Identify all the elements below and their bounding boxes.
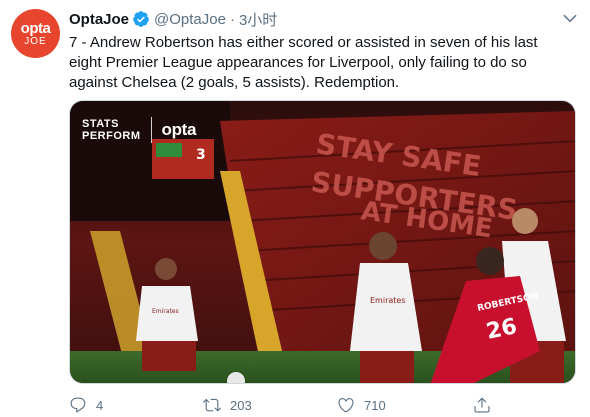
brand-opta: opta <box>161 120 197 139</box>
tweet-photo[interactable]: 3 STAY SAFE SUPPORTERS AT HOME Emirates <box>69 100 576 384</box>
tweet-timestamp[interactable]: 3小时 <box>239 9 277 30</box>
retweet-count: 203 <box>230 397 252 413</box>
shirt-text-left: Emirates <box>152 308 179 315</box>
like-button[interactable]: 710 <box>337 396 386 414</box>
separator-dot: · <box>229 10 235 28</box>
display-name[interactable]: OptaJoe <box>69 11 129 28</box>
heart-icon <box>338 398 354 413</box>
tweet[interactable]: opta JOE OptaJoe @OptaJoe · 3小时 7 - Andr… <box>0 0 590 417</box>
shirt-text-center: Emirates <box>370 296 406 305</box>
like-count: 710 <box>364 397 386 413</box>
avatar-logo-text: opta <box>20 19 51 37</box>
stadium-photo: 3 STAY SAFE SUPPORTERS AT HOME Emirates <box>70 101 575 383</box>
tweet-header: OptaJoe @OptaJoe · 3小时 <box>69 9 277 29</box>
verified-badge-icon <box>133 11 149 27</box>
brand-stats: STATS <box>82 118 119 130</box>
reply-button[interactable]: 4 <box>69 396 103 414</box>
stats-perform-opta-logo: STATS PERFORM opta <box>82 117 196 143</box>
avatar[interactable]: opta JOE <box>11 9 60 58</box>
reply-icon <box>70 397 86 413</box>
retweet-button[interactable]: 203 <box>203 396 252 414</box>
share-icon <box>474 397 490 413</box>
avatar-logo-subtext: JOE <box>24 35 47 47</box>
chevron-down-icon[interactable] <box>561 9 579 27</box>
user-handle[interactable]: @OptaJoe <box>154 11 226 28</box>
brand-perform: PERFORM <box>82 130 141 142</box>
brand-divider <box>150 117 152 143</box>
share-button[interactable] <box>473 396 491 414</box>
scoreboard-number: 3 <box>196 147 206 163</box>
tweet-text: 7 - Andrew Robertson has either scored o… <box>69 34 538 91</box>
retweet-icon <box>203 398 221 412</box>
tweet-actions: 4 203 710 <box>69 396 509 416</box>
reply-count: 4 <box>96 397 104 413</box>
